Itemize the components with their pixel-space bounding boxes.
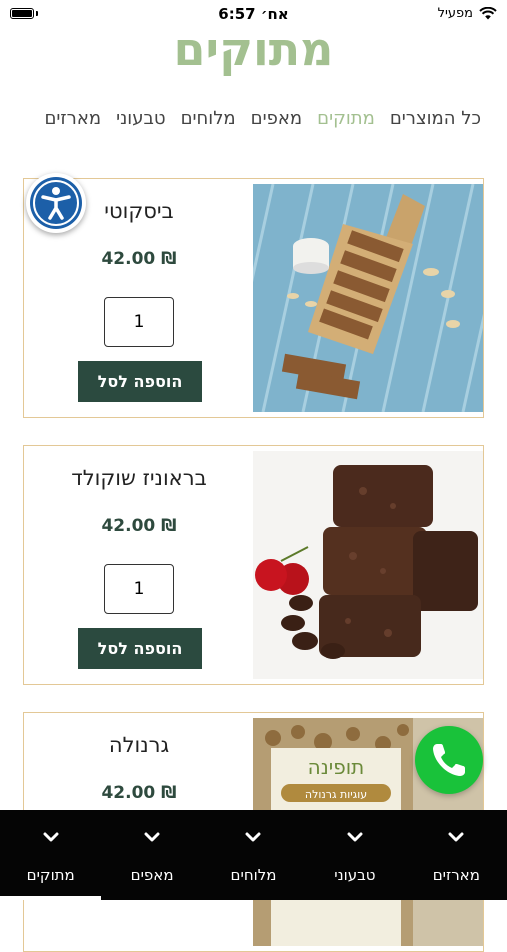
bottom-nav-label: מלוחים [230, 866, 277, 884]
add-to-cart-button[interactable]: הוספה לסל [78, 628, 202, 669]
bottom-nav-savory[interactable]: מלוחים [203, 810, 304, 900]
product-image-brownies[interactable] [253, 451, 483, 679]
bottom-nav-label: מתוקים [26, 866, 75, 884]
chevron-down-icon [347, 832, 363, 842]
category-tabs: כל המוצרים מתוקים מאפים מלוחים טבעוני מא… [44, 108, 481, 129]
page-title: מתוקים [173, 22, 334, 76]
bottom-nav-label: טבעוני [334, 866, 376, 884]
tab-vegan[interactable]: טבעוני [116, 108, 165, 129]
bottom-nav-label: מארזים [432, 866, 480, 884]
tab-all-products[interactable]: כל המוצרים [390, 108, 481, 129]
bottom-nav-pastries[interactable]: מאפים [101, 810, 202, 900]
call-button[interactable] [415, 726, 483, 794]
phone-icon [433, 744, 465, 776]
status-carrier: מפעיל [438, 6, 497, 21]
chevron-down-icon [144, 832, 160, 842]
product-name: בראוניז שוקולד [71, 466, 207, 490]
bottom-nav-packages[interactable]: מארזים [406, 810, 507, 900]
package-label: עוגיות גרנולה [305, 788, 367, 801]
product-info: בראוניז שוקולד 42.00 ₪ 1 הוספה לסל [24, 446, 254, 684]
product-price: 42.00 ₪ [101, 516, 177, 536]
tab-savory[interactable]: מלוחים [181, 108, 236, 129]
add-to-cart-button[interactable]: הוספה לסל [78, 361, 202, 402]
carrier-name: מפעיל [437, 6, 473, 21]
accessibility-button[interactable] [26, 173, 86, 233]
chevron-down-icon [448, 832, 464, 842]
bottom-nav-label: מאפים [130, 866, 174, 884]
product-image-biscotti[interactable] [253, 184, 483, 412]
wifi-icon [479, 7, 497, 20]
quantity-input[interactable]: 1 [104, 297, 174, 347]
accessibility-icon [30, 177, 82, 229]
quantity-input[interactable]: 1 [104, 564, 174, 614]
bottom-nav: מארזים טבעוני מלוחים מאפים מתוקים [0, 810, 507, 900]
product-price: 42.00 ₪ [101, 783, 177, 803]
product-name: גרנולה [108, 733, 170, 757]
status-time: 6:57 אח׳ [218, 5, 289, 23]
tab-pastries[interactable]: מאפים [251, 108, 302, 129]
package-brand: תופינה [308, 755, 365, 779]
chevron-down-icon [245, 832, 261, 842]
tab-sweets[interactable]: מתוקים [317, 108, 375, 129]
tab-packages[interactable]: מארזים [44, 108, 101, 129]
bottom-nav-vegan[interactable]: טבעוני [304, 810, 405, 900]
product-price: 42.00 ₪ [101, 249, 177, 269]
product-card: בראוניז שוקולד 42.00 ₪ 1 הוספה לסל [23, 445, 484, 685]
product-card: ביסקוטי 42.00 ₪ 1 הוספה לסל [23, 178, 484, 418]
bottom-nav-sweets[interactable]: מתוקים [0, 810, 102, 900]
chevron-down-icon [43, 832, 59, 842]
